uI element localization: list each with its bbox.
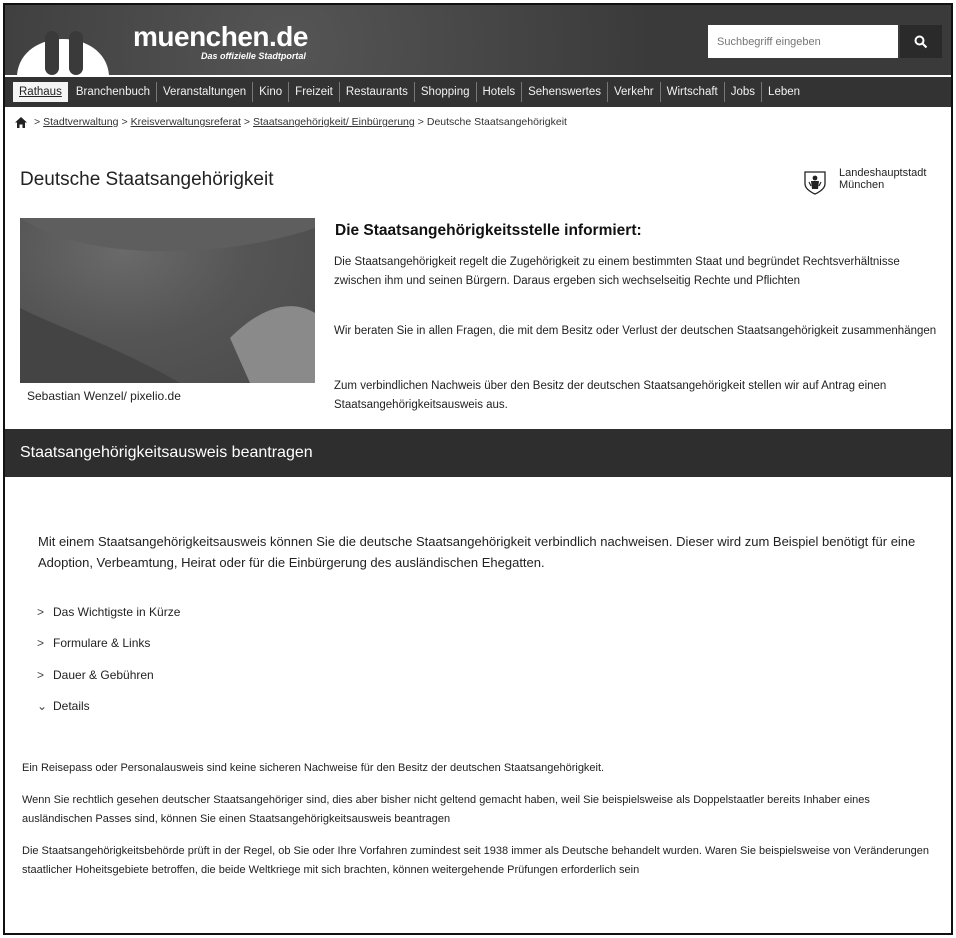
nav-item-restaurants[interactable]: Restaurants [340,82,415,102]
page-title: Deutsche Staatsangehörigkeit [20,169,274,190]
accordion-details[interactable]: ⌄ Details [37,699,90,713]
nav-item-jobs[interactable]: Jobs [725,82,763,102]
nav-item-sehenswertes[interactable]: Sehenswertes [522,82,608,102]
nav-item-wirtschaft[interactable]: Wirtschaft [661,82,725,102]
accordion-label: Formulare & Links [53,636,151,650]
breadcrumb-separator: > [243,116,251,128]
details-paragraph-3: Die Staatsangehörigkeitsbehörde prüft in… [22,845,930,876]
hero-image [20,218,315,383]
city-name-label: Landeshauptstadt München [839,167,926,191]
city-line-2: München [839,179,885,191]
site-header: muenchen.de Das offizielle Stadtportal [5,5,951,75]
search-input[interactable] [708,25,898,58]
search-button[interactable] [900,25,942,58]
accordion-formulare-links[interactable]: > Formulare & Links [37,636,150,650]
intro-paragraph-1: Die Staatsangehörigkeit regelt die Zugeh… [334,256,900,287]
breadcrumb-link-stadtverwaltung[interactable]: Stadtverwaltung [43,116,118,128]
chevron-right-icon: > [37,636,45,650]
intro-paragraph-3: Zum verbindlichen Nachweis über den Besi… [334,380,887,411]
breadcrumb-separator: > [417,116,424,128]
site-logo-subtitle: Das offizielle Stadtportal [201,51,306,61]
nav-item-rathaus[interactable]: Rathaus [13,82,68,102]
nav-item-shopping[interactable]: Shopping [415,82,477,102]
accordion-label: Dauer & Gebühren [53,668,154,682]
page-frame: muenchen.de Das offizielle Stadtportal R… [3,3,953,935]
details-paragraph-2: Wenn Sie rechtlich gesehen deutscher Sta… [22,794,870,825]
nav-item-branchenbuch[interactable]: Branchenbuch [70,82,158,102]
nav-item-leben[interactable]: Leben [762,82,806,102]
frauenkirche-logo-icon[interactable] [17,17,109,75]
search-icon [914,35,928,48]
nav-item-kino[interactable]: Kino [253,82,290,102]
accordion-dauer-gebuehren[interactable]: > Dauer & Gebühren [37,668,154,682]
intro-heading: Die Staatsangehörigkeitsstelle informier… [335,222,642,239]
breadcrumb-current: Deutsche Staatsangehörigkeit [426,116,567,128]
chevron-right-icon: > [37,668,45,682]
accordion-label: Details [53,699,90,713]
hero-image-caption: Sebastian Wenzel/ pixelio.de [27,389,181,403]
home-icon[interactable] [15,116,27,128]
site-logo-text[interactable]: muenchen.de [133,21,308,53]
nav-item-hotels[interactable]: Hotels [477,82,523,102]
breadcrumb: > Stadtverwaltung > Kreisverwaltungsrefe… [15,116,567,128]
intro-paragraph-2: Wir beraten Sie in allen Fragen, die mit… [334,325,937,337]
main-nav: Rathaus Branchenbuch Veranstaltungen Kin… [5,77,951,107]
accordion-label: Das Wichtigste in Kürze [53,605,181,619]
section-lead-text: Mit einem Staatsangehörigkeitsausweis kö… [38,534,916,570]
breadcrumb-separator: > [34,116,41,128]
breadcrumb-link-kreisverwaltungsreferat[interactable]: Kreisverwaltungsreferat [131,116,241,128]
accordion-das-wichtigste[interactable]: > Das Wichtigste in Kürze [37,605,180,619]
breadcrumb-link-einbuergerung[interactable]: Staatsangehörigkeit/ Einbürgerung [253,116,415,128]
city-line-1: Landeshauptstadt [839,167,927,179]
nav-item-verkehr[interactable]: Verkehr [608,82,661,102]
chevron-right-icon: > [37,605,45,619]
document-photo-image [20,218,315,383]
nav-item-freizeit[interactable]: Freizeit [289,82,340,102]
chevron-down-icon: ⌄ [37,699,48,713]
details-paragraph-1: Ein Reisepass oder Personalausweis sind … [22,762,605,774]
nav-item-veranstaltungen[interactable]: Veranstaltungen [157,82,254,102]
city-emblem-icon[interactable] [804,171,826,195]
section-heading-bar: Staatsangehörigkeitsausweis beantragen [5,429,951,477]
breadcrumb-separator: > [121,116,128,128]
